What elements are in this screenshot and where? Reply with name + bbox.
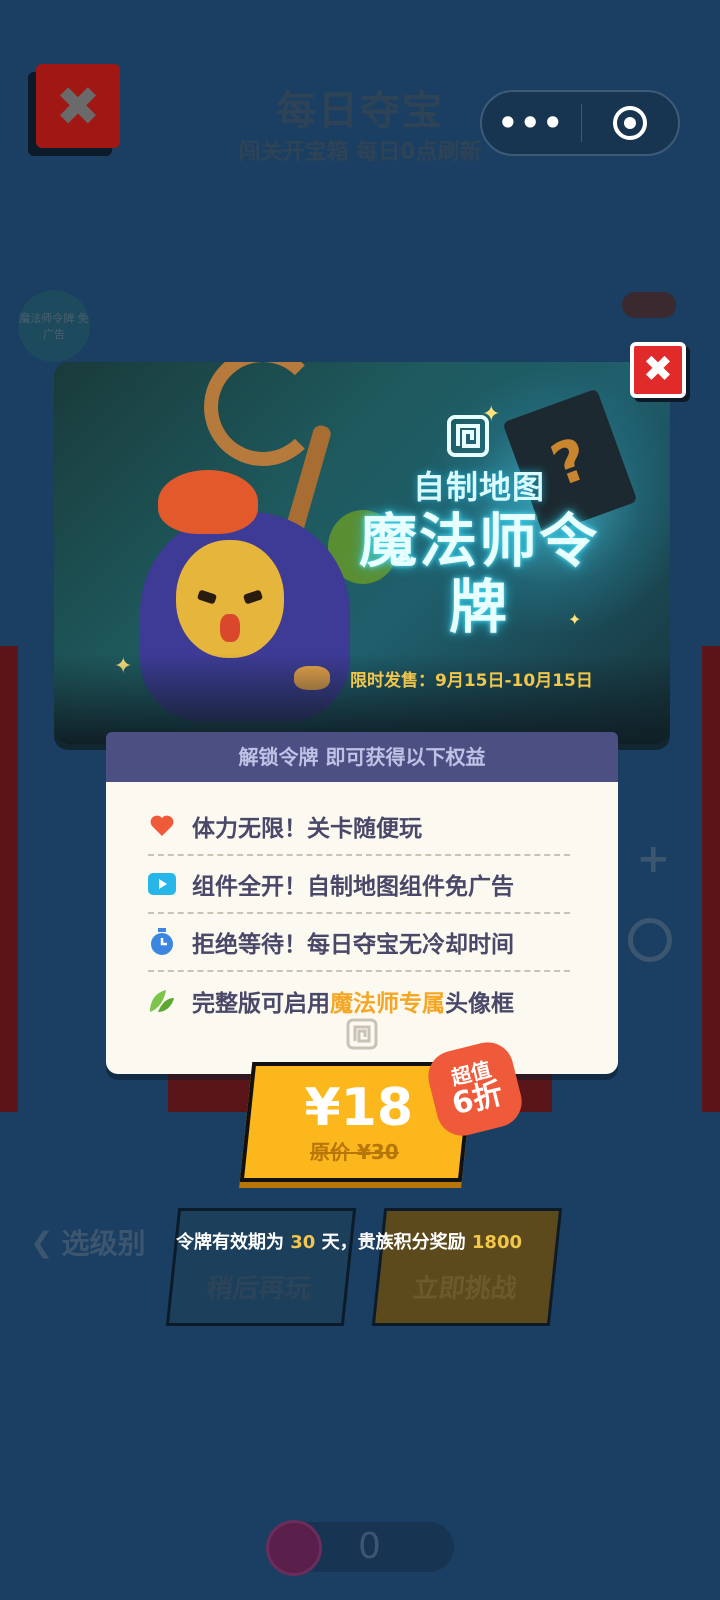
heart-icon [148,812,176,840]
validity-prefix: 令牌有效期为 [176,1232,284,1253]
sale-period: 限时发售：9月15日-10月15日 [350,666,593,691]
background-token-badge: 魔法师令牌 免广告 [18,290,90,362]
background-back-label: 选级别 [61,1227,146,1260]
promo-banner: ? ✦ ✦ ✦ 自制地图 魔法师令牌 限时发售：9月15日-10月15日 [54,362,670,744]
benefit-item: 体力无限！关卡随便玩 [148,798,570,856]
sale-period-range: 9月15日-10月15日 [435,671,593,691]
background-resource-icons [622,292,676,318]
benefit-text: 完整版可启用魔法师专属头像框 [192,984,514,1018]
background-challenge-label: 立即挑战 [411,1274,519,1304]
benefit-text: 体力无限！关卡随便玩 [192,816,422,842]
background-challenge-button: 立即挑战 [371,1208,563,1326]
close-icon: ✖ [642,349,674,390]
token-logo-icon [346,1018,378,1050]
validity-days: 30 [290,1232,316,1253]
price-original: 原价 ¥30 [309,1139,399,1164]
play-icon [148,870,176,898]
validity-points: 1800 [471,1232,523,1253]
miniprogram-capsule: ••• [480,90,680,156]
background-history-icon [628,918,672,962]
benefit-text: 组件全开！自制地图组件免广告 [192,874,514,900]
rooster-comb-illustration [158,470,258,534]
benefit-text-before: 完整版可启用 [192,991,330,1017]
benefit-text: 拒绝等待！每日夺宝无冷却时间 [192,932,514,958]
eye-left [196,589,218,605]
background-later-label: 稍后再玩 [205,1274,313,1304]
validity-note: 令牌有效期为 30 天，贵族积分奖励 1800 [176,1228,522,1254]
benefit-text-after: 头像框 [445,991,514,1017]
exit-miniprogram-button[interactable] [581,106,678,140]
banner-subtitle: 自制地图 [412,468,545,506]
sale-period-label: 限时发售： [350,671,435,691]
beak [220,614,240,642]
validity-mid: 天，贵族积分奖励 [321,1232,466,1253]
rooster-face-illustration [176,540,284,658]
background-back-button: ❮ 选级别 [30,1222,145,1262]
background-coin-icon [266,1520,322,1576]
benefit-item: 拒绝等待！每日夺宝无冷却时间 [148,914,570,972]
benefit-item: 组件全开！自制地图组件免广告 [148,856,570,914]
background-plus-icon: + [636,836,670,882]
background-side-panel-left [0,646,18,1112]
more-menu-button[interactable]: ••• [482,103,581,143]
leaf-icon [148,987,176,1015]
eye-right [242,589,264,605]
background-later-button: 稍后再玩 [165,1208,357,1326]
price-current: ¥18 [304,1077,413,1138]
benefits-card: 体力无限！关卡随便玩 组件全开！自制地图组件免广告 拒绝等待！每日夺宝无冷却时间… [106,782,618,1074]
chevron-left-icon: ❮ [30,1225,54,1259]
banner-title: 魔法师令牌 [358,507,599,641]
benefits-header: 解锁令牌 即可获得以下权益 [106,732,618,782]
background-coin-value: 0 [358,1526,381,1567]
background-side-panel-right [702,646,720,1112]
benefit-text-highlight: 魔法师专属 [330,991,445,1017]
target-icon [612,106,647,140]
timer-icon [148,928,176,956]
close-button[interactable]: ✖ [630,342,686,398]
staff-hook-illustration [204,362,322,466]
token-logo-icon [447,415,489,457]
